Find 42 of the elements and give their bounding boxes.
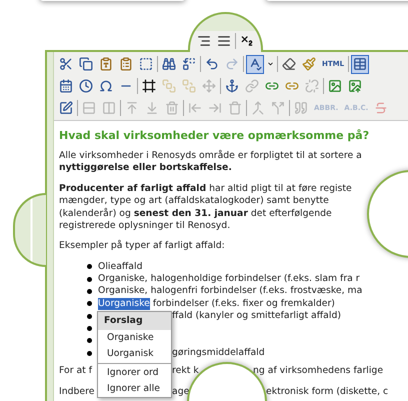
- text-fragment: ng af virksomhedens farlige: [253, 365, 384, 378]
- paragraph-line: Producenter af farligt affald har altid pligt til at føre registe: [59, 182, 353, 196]
- text-fragment: rekt k: [172, 365, 199, 378]
- paragraph-line: (kalenderår) og senest den 31. januar det efterfølgende: [59, 208, 333, 220]
- spellcheck-icon[interactable]: [246, 54, 264, 74]
- calendar-icon[interactable]: [57, 76, 75, 96]
- paragraph-line: nyttiggørelse eller bortskaffelse.: [59, 162, 233, 175]
- bullet: [87, 314, 92, 319]
- bullet: [87, 289, 92, 294]
- selected-word[interactable]: Uorganiske: [98, 298, 150, 310]
- list-item-text: Organiske, halogenfri forbindelser (f.eks. frostvæske, ma: [98, 285, 362, 298]
- bullet: [87, 264, 92, 270]
- table-icon[interactable]: [351, 54, 370, 74]
- content-heading: Hvad skal virksomheder være opmærksomme på?: [59, 129, 370, 143]
- list-item-text: forbindelser (f.eks. fixer og fremkalder): [152, 298, 335, 310]
- bullet: [87, 350, 92, 356]
- text-fragment: For at f: [59, 365, 92, 378]
- paragraph-line: mængder, type og art (affaldskatalogkoder) samt benytte: [59, 195, 330, 208]
- bullet: [87, 276, 92, 282]
- copy-icon[interactable]: [77, 54, 95, 74]
- suggestion-item[interactable]: Organiske: [98, 330, 171, 346]
- list-item-text: Organiske, halogenholdige forbindelser (f.eks. slam fra r: [98, 273, 360, 286]
- menu-item[interactable]: Ignorer ord: [98, 365, 171, 381]
- paragraph-line: Alle virksomheder i Renosyds område er forpligtet til at sortere a: [59, 150, 363, 162]
- suggestion-item[interactable]: Uorganisk: [98, 346, 171, 362]
- list-item-text: Olieaffald: [98, 260, 142, 274]
- paragraph-line: Eksempler på typer af farligt affald:: [59, 240, 226, 253]
- brush-icon[interactable]: [300, 54, 318, 74]
- bullet: [87, 338, 92, 344]
- menu-item[interactable]: Ignorer alle: [98, 381, 171, 397]
- text-fragment: age: [172, 386, 190, 399]
- text-fragment: ektronisk form (diskette, c: [266, 386, 388, 399]
- list-item-text: gøringsmiddelaffald: [172, 346, 265, 360]
- anchor-icon[interactable]: [223, 76, 241, 96]
- text-fragment: Indbere: [59, 386, 94, 399]
- list-item-text: ffald (kanyler og smittefarligt affald): [172, 310, 341, 322]
- paragraph-line: registrerede oplysninger til Renosyd.: [59, 220, 232, 232]
- menu-header: Forslag: [98, 312, 171, 330]
- frame-icon[interactable]: [140, 76, 158, 96]
- clock-icon[interactable]: [77, 76, 95, 96]
- bullet: [87, 326, 92, 331]
- bullet: [87, 301, 92, 306]
